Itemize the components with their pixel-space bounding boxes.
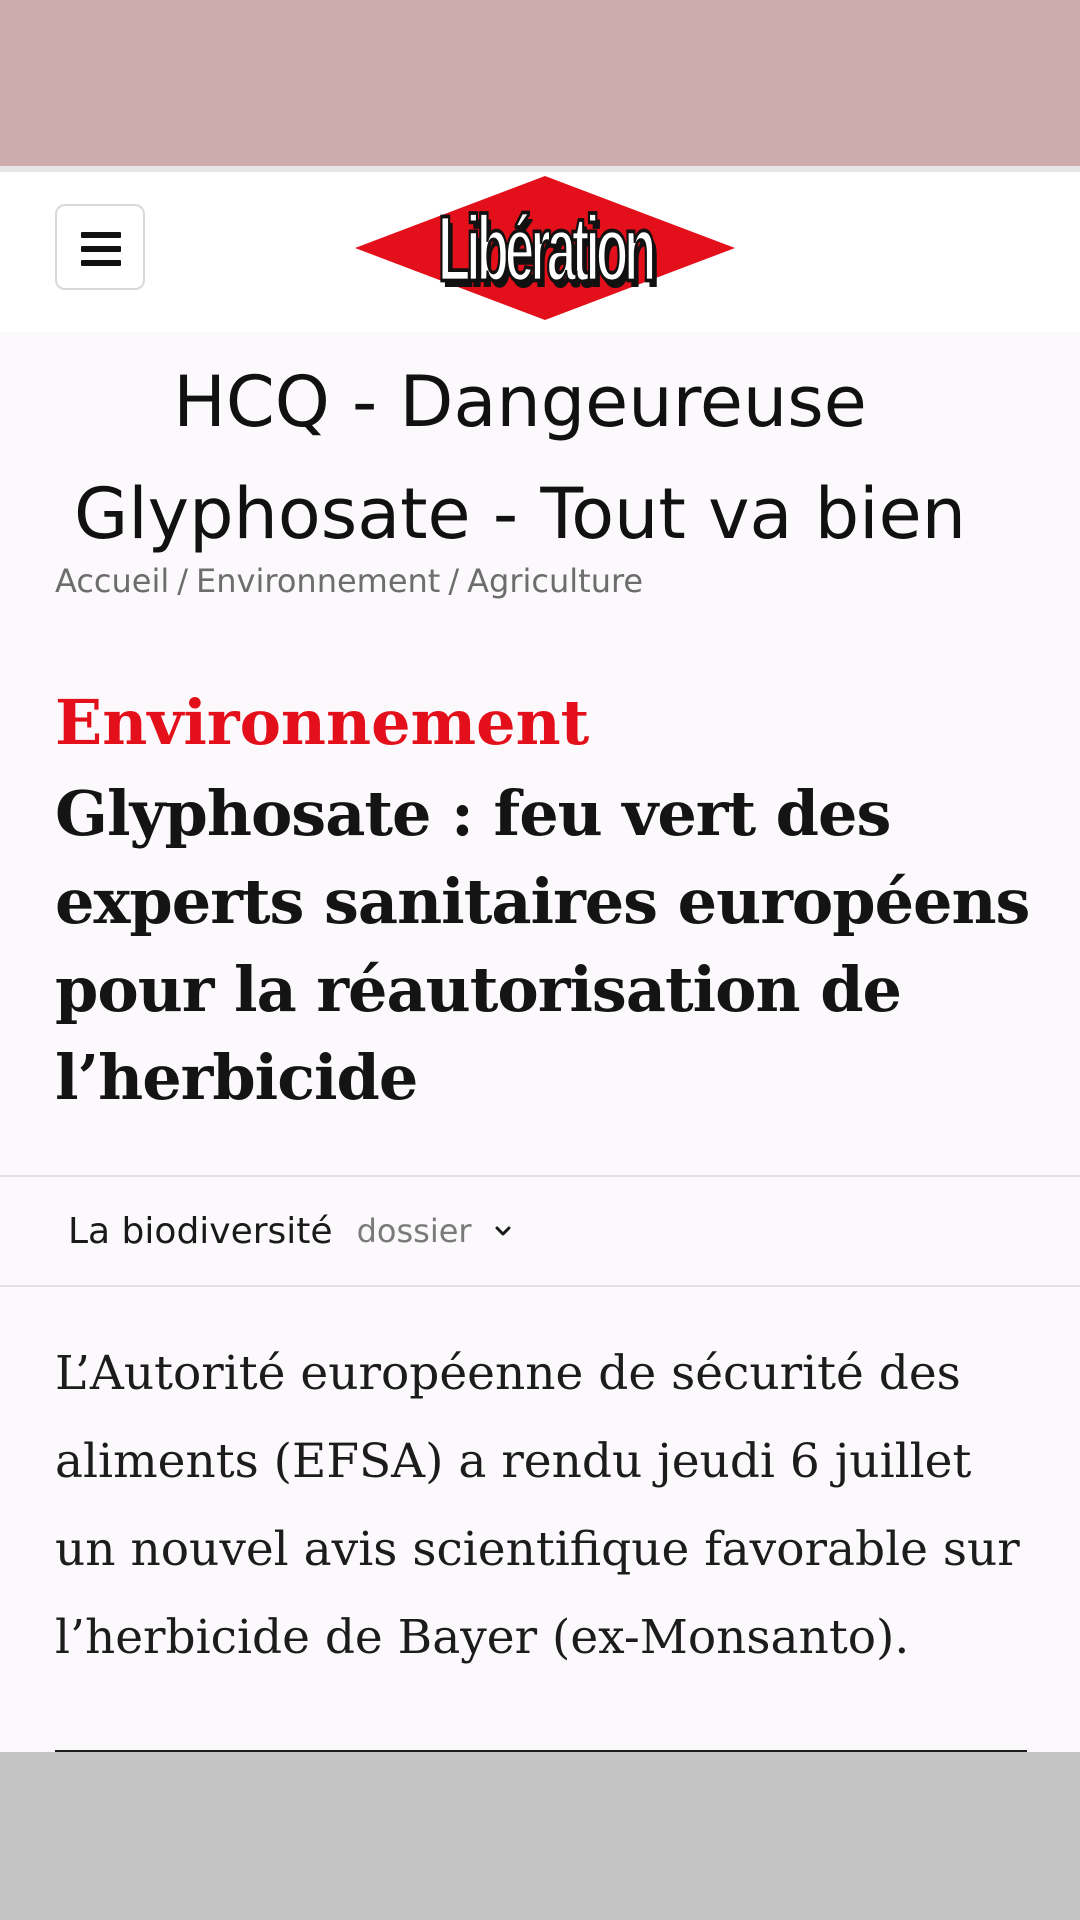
article-headline: Glyphosate : feu vert des experts sanita…: [55, 777, 1030, 1114]
overlay-caption-line-1: HCQ - Dangeureuse: [173, 361, 867, 443]
overlay-caption-line-2: Glyphosate - Tout va bien: [73, 473, 967, 555]
breadcrumb-agriculture[interactable]: Agriculture: [467, 562, 643, 600]
bottom-gray-band: [0, 1752, 1080, 1920]
top-color-band: [0, 0, 1080, 166]
menu-button[interactable]: [55, 204, 145, 290]
breadcrumb-separator: /: [448, 562, 460, 600]
breadcrumb: Accueil / Environnement / Agriculture: [55, 562, 643, 600]
site-header: Libération: [0, 172, 1080, 332]
chevron-down-icon: [490, 1218, 516, 1244]
breadcrumb-separator: /: [177, 562, 189, 600]
article-lede: L’Autorité européenne de sécurité des al…: [55, 1346, 1020, 1665]
breadcrumb-accueil[interactable]: Accueil: [55, 562, 169, 600]
overlay-caption: HCQ - Dangeureuse Glyphosate - Tout va b…: [0, 346, 1040, 570]
article-section-kicker[interactable]: Environnement: [55, 686, 589, 759]
dossier-name: La biodiversité: [68, 1210, 333, 1252]
dossier-tag: dossier: [356, 1212, 472, 1250]
liberation-logo[interactable]: Libération: [355, 176, 735, 320]
logo-wordmark: Libération: [437, 194, 658, 302]
dossier-selector[interactable]: La biodiversité dossier: [0, 1175, 1080, 1287]
breadcrumb-environnement[interactable]: Environnement: [196, 562, 440, 600]
